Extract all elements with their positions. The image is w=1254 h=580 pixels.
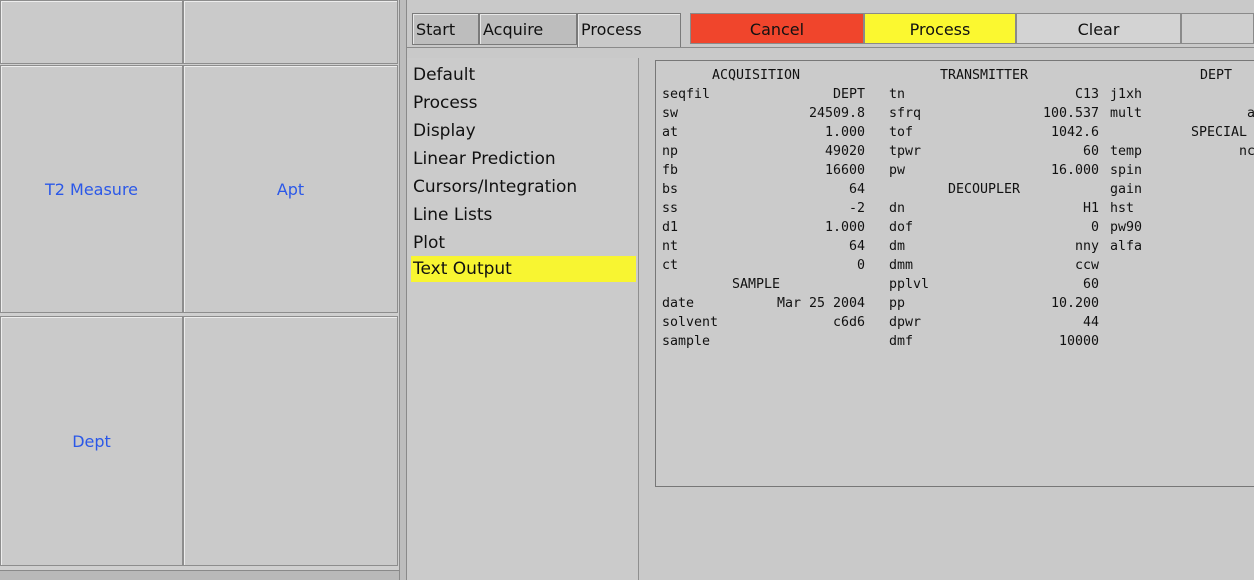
param-value: 64	[848, 239, 865, 254]
param-label: dpwr	[889, 315, 922, 330]
param-value: 10000	[1058, 334, 1099, 349]
param-value: DEPT	[832, 87, 865, 102]
param-label: dmf	[889, 334, 914, 349]
param-label: ss	[662, 201, 679, 216]
param-value: 44	[1082, 315, 1099, 330]
experiment-cell-bottom-right[interactable]	[183, 316, 398, 566]
panel-splitter[interactable]	[399, 0, 407, 580]
param-value: 1.000	[824, 125, 865, 140]
experiment-panel: T2 Measure Apt Dept	[0, 0, 406, 580]
sample-header: SAMPLE	[731, 277, 781, 292]
param-label: temp	[1110, 144, 1143, 159]
cancel-button[interactable]: Cancel	[690, 13, 864, 44]
param-value: C13	[1074, 87, 1099, 102]
param-value: c6d6	[832, 315, 865, 330]
param-label: mult	[1110, 106, 1143, 121]
param-value: 10.200	[1050, 296, 1099, 311]
param-value: 60	[1082, 144, 1099, 159]
param-value: ccw	[1074, 258, 1099, 273]
menu-item-plot[interactable]: Plot	[411, 230, 636, 256]
param-value: Mar 25 2004	[776, 296, 865, 311]
param-value: 1.000	[824, 220, 865, 235]
param-value: 100.537	[1042, 106, 1099, 121]
param-value: 1042.6	[1050, 125, 1099, 140]
param-label: pplvl	[889, 277, 930, 292]
param-value: nc	[1239, 144, 1254, 159]
param-value: 60	[1082, 277, 1099, 292]
experiment-cell-top-left[interactable]	[0, 0, 183, 64]
param-value	[746, 332, 865, 351]
param-label: pw90	[1110, 220, 1143, 235]
param-label: dn	[889, 201, 906, 216]
experiment-cell-top-right[interactable]	[183, 0, 398, 64]
tab-process[interactable]: Process	[577, 13, 681, 48]
menu-item-display[interactable]: Display	[411, 118, 636, 144]
param-value: 64	[848, 182, 865, 197]
param-label: sample	[662, 334, 711, 349]
param-value: 49020	[824, 144, 865, 159]
param-label: spin	[1110, 163, 1143, 178]
tab-acquire[interactable]: Acquire	[479, 13, 577, 45]
param-value: 24509.8	[808, 106, 865, 121]
param-label: dof	[889, 220, 914, 235]
param-label: sw	[662, 106, 679, 121]
param-value: 16.000	[1050, 163, 1099, 178]
param-label: alfa	[1110, 239, 1143, 254]
special-header: SPECIAL	[1191, 125, 1248, 140]
param-label: tpwr	[889, 144, 922, 159]
param-label: pw	[889, 163, 906, 178]
menu-item-line-lists[interactable]: Line Lists	[411, 202, 636, 228]
menu-item-process[interactable]: Process	[411, 90, 636, 116]
param-label: sfrq	[889, 106, 922, 121]
param-label: ct	[662, 258, 679, 273]
param-value: 0	[1090, 220, 1099, 235]
toolbar-button-empty[interactable]	[1181, 13, 1254, 44]
param-value: a	[1247, 104, 1254, 123]
text-output-panel: ACQUISITION seqfil DEPT sw 24509.8 at 1.…	[655, 60, 1254, 487]
experiment-cell-apt[interactable]: Apt	[183, 65, 398, 313]
param-label: date	[662, 296, 695, 311]
param-value: H1	[1082, 201, 1099, 216]
param-label: dmm	[889, 258, 914, 273]
param-label: at	[662, 125, 679, 140]
param-value: -2	[848, 201, 865, 216]
transmitter-header: TRANSMITTER	[939, 68, 1029, 83]
tab-start[interactable]: Start	[412, 13, 479, 45]
param-value: nny	[1074, 239, 1099, 254]
menu-item-default[interactable]: Default	[411, 62, 636, 88]
left-panel-scrollbar[interactable]	[0, 570, 400, 580]
param-value: 16600	[824, 163, 865, 178]
param-label: seqfil	[662, 87, 711, 102]
process-menu: Default Process Display Linear Predictio…	[407, 58, 639, 580]
experiment-cell-t2-measure[interactable]: T2 Measure	[0, 65, 183, 313]
param-label: nt	[662, 239, 679, 254]
param-label: gain	[1110, 182, 1143, 197]
acquisition-header: ACQUISITION	[711, 68, 801, 83]
param-label: tn	[889, 87, 906, 102]
param-label: dm	[889, 239, 906, 254]
param-label: pp	[889, 296, 906, 311]
clear-button[interactable]: Clear	[1016, 13, 1181, 44]
param-label: bs	[662, 182, 679, 197]
param-label: hst	[1110, 201, 1135, 216]
param-label: fb	[662, 163, 679, 178]
tab-divider	[407, 47, 1254, 48]
dept-header: DEPT	[1200, 68, 1233, 83]
process-button[interactable]: Process	[864, 13, 1016, 44]
menu-item-linear-prediction[interactable]: Linear Prediction	[411, 146, 636, 172]
param-label: np	[662, 144, 679, 159]
menu-item-cursors-integration[interactable]: Cursors/Integration	[411, 174, 636, 200]
menu-item-text-output[interactable]: Text Output	[411, 256, 636, 282]
decoupler-header: DECOUPLER	[947, 182, 1021, 197]
param-label: solvent	[662, 315, 719, 330]
param-label: tof	[889, 125, 914, 140]
param-value: 0	[856, 258, 865, 273]
param-label: j1xh	[1110, 87, 1143, 102]
experiment-cell-dept[interactable]: Dept	[0, 316, 183, 566]
tab-bar: Start Acquire Process Cancel Process Cle…	[407, 0, 1254, 48]
param-label: d1	[662, 220, 679, 235]
